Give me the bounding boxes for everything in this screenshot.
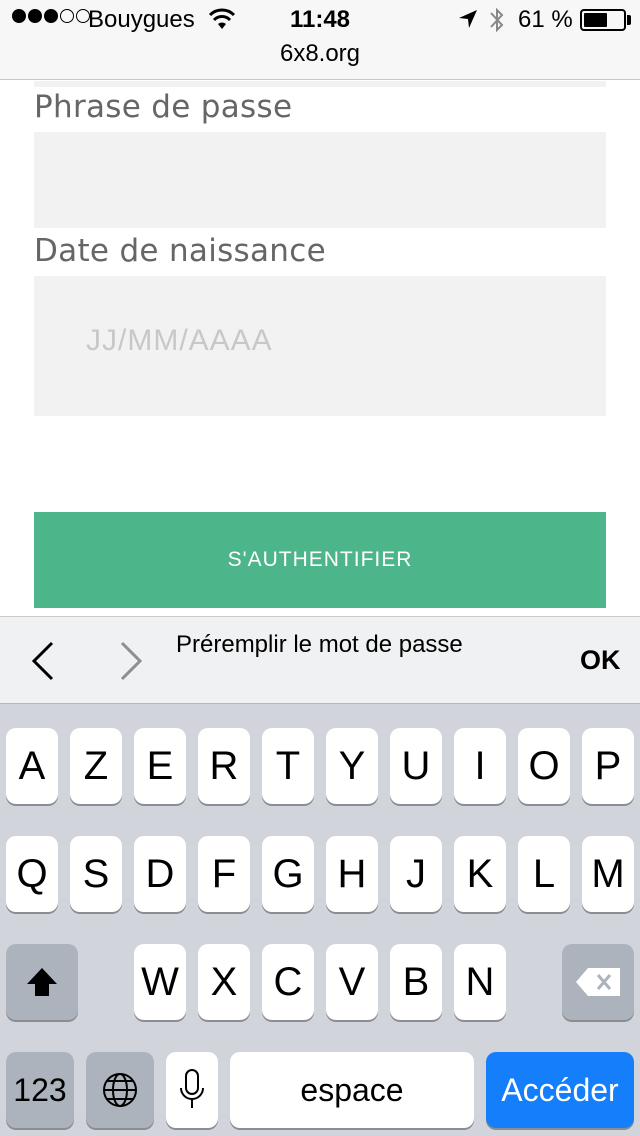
key-x[interactable]: X [198,944,250,1020]
location-arrow-icon [459,10,477,28]
key-g[interactable]: G [262,836,314,912]
key-p[interactable]: P [582,728,634,804]
numbers-key[interactable]: 123 [6,1052,74,1128]
birthdate-input[interactable]: JJ/MM/AAAA [34,276,606,416]
delete-key[interactable] [562,944,634,1020]
go-key[interactable]: Accéder [486,1052,634,1128]
key-s[interactable]: S [70,836,122,912]
previous-field-edge [34,81,606,87]
battery-percentage: 61 % [518,6,573,33]
key-d[interactable]: D [134,836,186,912]
key-v[interactable]: V [326,944,378,1020]
key-j[interactable]: J [390,836,442,912]
battery-icon [580,9,626,31]
key-u[interactable]: U [390,728,442,804]
bluetooth-icon [490,7,504,33]
key-b[interactable]: B [390,944,442,1020]
form-assistant-bar: Préremplir le mot de passe OK [0,616,640,704]
key-k[interactable]: K [454,836,506,912]
authenticate-button[interactable]: S'AUTHENTIFIER [34,512,606,608]
microphone-icon [180,1069,204,1108]
battery-fill [584,13,607,27]
key-i[interactable]: I [454,728,506,804]
shift-arrow-icon [27,968,57,996]
prefill-password-suggestion[interactable]: Préremplir le mot de passe [176,627,476,663]
key-r[interactable]: R [198,728,250,804]
key-c[interactable]: C [262,944,314,1020]
dictation-key[interactable] [166,1052,218,1128]
key-l[interactable]: L [518,836,570,912]
next-field-chevron-icon[interactable] [116,639,146,683]
key-w[interactable]: W [134,944,186,1020]
key-m[interactable]: M [582,836,634,912]
key-h[interactable]: H [326,836,378,912]
key-y[interactable]: Y [326,728,378,804]
birthdate-placeholder: JJ/MM/AAAA [86,324,273,357]
globe-icon [103,1073,137,1107]
keyboard: 123 espace Accéder AZERTYUIOP QSDFGHJKLM W… [0,704,640,1136]
address-bar-url[interactable]: 6x8.org [0,40,640,68]
key-z[interactable]: Z [70,728,122,804]
key-a[interactable]: A [6,728,58,804]
status-row: Bouygues 11:48 61 % [0,0,640,42]
key-t[interactable]: T [262,728,314,804]
status-bar: Bouygues 11:48 61 % 6x8.org [0,0,640,80]
web-content: Phrase de passe Date de naissance JJ/MM/… [0,81,640,616]
backspace-icon [576,968,620,996]
passphrase-input[interactable] [34,132,606,228]
key-f[interactable]: F [198,836,250,912]
space-key[interactable]: espace [230,1052,474,1128]
globe-key[interactable] [86,1052,154,1128]
birthdate-label: Date de naissance [34,233,326,269]
passphrase-label: Phrase de passe [34,89,293,125]
done-button[interactable]: OK [580,645,621,676]
key-o[interactable]: O [518,728,570,804]
key-n[interactable]: N [454,944,506,1020]
key-q[interactable]: Q [6,836,58,912]
key-e[interactable]: E [134,728,186,804]
battery-tip [627,15,631,25]
shift-key[interactable] [6,944,78,1020]
previous-field-chevron-icon[interactable] [28,639,58,683]
